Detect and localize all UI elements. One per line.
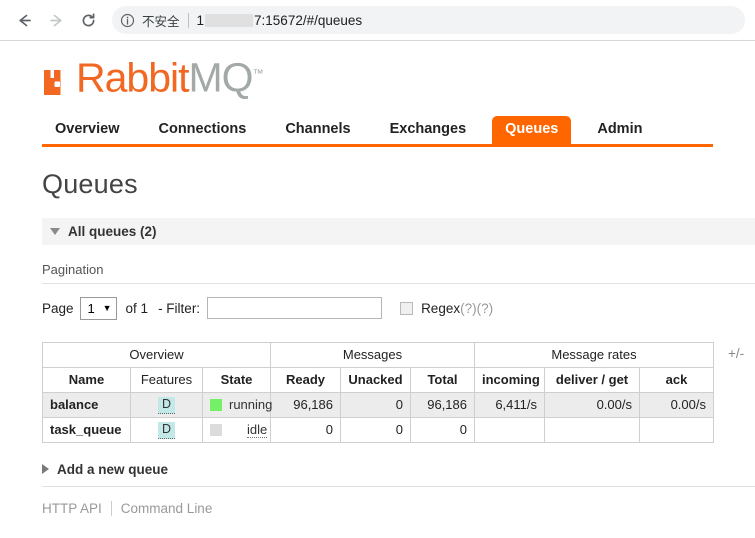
column-header-state[interactable]: State — [202, 366, 271, 393]
queue-ack-rate: 0.00/s — [639, 391, 714, 418]
queue-features-cell: D — [130, 391, 203, 418]
queue-unacked-count: 0 — [340, 391, 411, 418]
queue-deliver-get-rate: 0.00/s — [544, 391, 640, 418]
queue-incoming-rate — [474, 416, 545, 443]
group-header-message-rates: Message rates — [474, 341, 714, 368]
group-header-messages: Messages — [270, 341, 475, 368]
page-title: Queues — [42, 168, 138, 199]
chevron-down-icon: ▼ — [102, 303, 112, 314]
nav-tab-overview[interactable]: Overview — [42, 116, 133, 144]
page-select-value: 1 — [87, 300, 95, 316]
forward-arrow-icon — [47, 11, 66, 30]
url-suffix: 7:15672/#/queues — [254, 12, 363, 28]
nav-tab-queues[interactable]: Queues — [492, 115, 572, 144]
queues-table-wrapper: Overview Messages Message rates Name Fea… — [42, 341, 755, 443]
command-line-link[interactable]: Command Line — [121, 501, 213, 516]
rabbitmq-management-page: RabbitMQ™ Overview Connections Channels … — [0, 41, 755, 516]
all-queues-section-header[interactable]: All queues (2) — [42, 217, 755, 245]
nav-tab-admin[interactable]: Admin — [584, 116, 655, 144]
info-circle-icon[interactable] — [120, 13, 135, 28]
page-select[interactable]: 1 ▼ — [79, 296, 117, 320]
back-button[interactable] — [10, 6, 38, 34]
queue-name-link[interactable]: task_queue — [42, 416, 131, 443]
logo-wordmark: RabbitMQ™ — [76, 57, 264, 98]
nav-tab-exchanges[interactable]: Exchanges — [377, 116, 480, 144]
column-header-deliver-get[interactable]: deliver / get — [544, 366, 640, 393]
table-row[interactable]: task_queue D idle 0 0 0 — [42, 416, 714, 443]
durable-badge[interactable]: D — [157, 421, 176, 439]
toggle-columns-button[interactable]: +/- — [728, 342, 744, 361]
nav-tab-connections[interactable]: Connections — [146, 116, 260, 144]
regex-label: Regex — [421, 300, 461, 316]
pagination-controls: Page 1 ▼ of 1 - Filter: Regex (?) (?) — [42, 296, 755, 320]
chevron-down-icon — [50, 227, 60, 235]
page-label: Page — [42, 300, 74, 316]
http-api-link[interactable]: HTTP API — [42, 501, 102, 516]
url-text: 1 7:15672/#/queues — [197, 13, 363, 28]
omnibox-divider — [187, 12, 189, 28]
logo-brand-secondary: MQ — [188, 54, 254, 101]
queue-state-cell: idle — [202, 416, 271, 443]
url-redacted-block — [205, 13, 254, 27]
reload-button[interactable] — [74, 6, 102, 34]
back-arrow-icon — [15, 11, 34, 30]
column-header-ack[interactable]: ack — [639, 366, 714, 393]
queue-unacked-count: 0 — [340, 416, 411, 443]
queue-total-count: 96,186 — [410, 391, 475, 418]
queue-incoming-rate: 6,411/s — [474, 391, 545, 418]
queue-ready-count: 0 — [270, 416, 341, 443]
add-new-queue-section[interactable]: Add a new queue — [42, 462, 755, 487]
column-header-total[interactable]: Total — [410, 366, 475, 393]
table-row[interactable]: balance D running 96,186 0 96,186 6,411/… — [42, 391, 714, 418]
filter-input[interactable] — [207, 297, 383, 320]
reload-icon — [79, 11, 98, 30]
security-status-label: 不安全 — [142, 14, 180, 29]
status-indicator-idle — [210, 423, 222, 436]
filter-label: - Filter: — [158, 300, 201, 316]
address-bar[interactable]: 不安全 1 7:15672/#/queues — [112, 6, 745, 34]
add-new-queue-label: Add a new queue — [57, 461, 169, 477]
column-header-incoming[interactable]: incoming — [474, 366, 545, 393]
column-header-unacked[interactable]: Unacked — [340, 366, 411, 393]
url-prefix: 1 — [196, 12, 205, 28]
nav-tab-channels[interactable]: Channels — [272, 116, 363, 144]
queues-table: Overview Messages Message rates Name Fea… — [42, 341, 714, 443]
table-group-header-row: Overview Messages Message rates — [42, 341, 714, 368]
queue-total-count: 0 — [410, 416, 475, 443]
logo-trademark: ™ — [252, 68, 264, 80]
group-header-overview: Overview — [42, 341, 271, 368]
page-total-label: of 1 — [125, 300, 149, 316]
chevron-right-icon — [42, 464, 49, 475]
queue-state-label: idle — [247, 421, 268, 438]
column-header-name[interactable]: Name — [42, 366, 131, 393]
queue-ack-rate — [639, 416, 714, 443]
main-navigation: Overview Connections Channels Exchanges … — [42, 115, 713, 147]
queue-name-link[interactable]: balance — [42, 391, 131, 418]
all-queues-label: All queues (2) — [68, 223, 157, 239]
queue-state-label: running — [229, 397, 273, 413]
queue-features-cell: D — [130, 416, 203, 443]
regex-help-link-2[interactable]: (?) — [477, 301, 494, 316]
logo-brand-primary: Rabbit — [76, 54, 190, 101]
page-footer: HTTP API Command Line — [42, 500, 755, 516]
rabbitmq-logo-mark-icon — [42, 61, 72, 95]
queue-deliver-get-rate — [544, 416, 640, 443]
browser-toolbar: 不安全 1 7:15672/#/queues — [0, 0, 755, 41]
regex-checkbox[interactable] — [400, 301, 414, 315]
rabbitmq-logo[interactable]: RabbitMQ™ — [0, 41, 755, 101]
forward-button[interactable] — [42, 6, 70, 34]
queue-state-cell: running — [202, 391, 273, 418]
table-column-header-row: Name Features State Ready Unacked Total … — [42, 366, 714, 393]
column-header-ready[interactable]: Ready — [270, 366, 341, 393]
pagination-section-label: Pagination — [42, 262, 755, 284]
durable-badge[interactable]: D — [157, 396, 176, 414]
status-indicator-running — [210, 398, 222, 411]
footer-divider — [110, 500, 112, 516]
column-header-features: Features — [130, 366, 203, 393]
regex-help-link-1[interactable]: (?) — [460, 301, 477, 316]
queue-ready-count: 96,186 — [270, 391, 341, 418]
